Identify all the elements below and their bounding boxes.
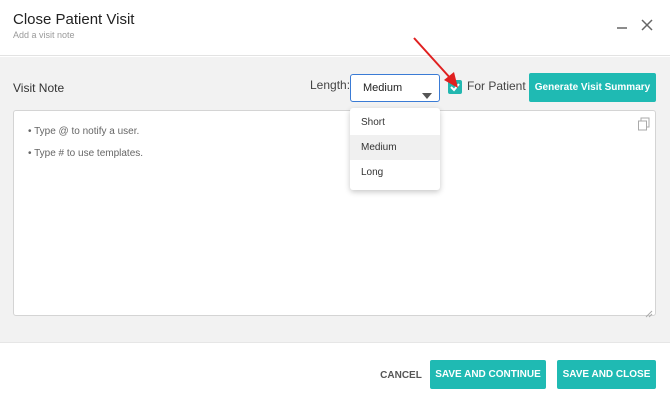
for-patient-label[interactable]: For Patient [467, 79, 526, 93]
editor-hint-template: • Type # to use templates. [28, 148, 144, 159]
dialog-subtitle: Add a visit note [13, 30, 75, 40]
caret-down-icon [422, 86, 432, 104]
cancel-button[interactable]: CANCEL [376, 363, 426, 387]
visit-note-editor[interactable]: • Type @ to notify a user. • Type # to u… [13, 110, 656, 318]
length-select[interactable]: Medium [350, 74, 440, 102]
length-label: Length: [310, 78, 351, 92]
dialog-title: Close Patient Visit [13, 11, 135, 28]
length-option-medium[interactable]: Medium [350, 135, 440, 160]
length-dropdown-menu: Short Medium Long [350, 108, 440, 190]
minimize-icon[interactable] [614, 17, 630, 33]
for-patient-checkbox[interactable] [448, 80, 462, 94]
resize-handle-icon[interactable] [645, 305, 653, 318]
visit-note-label: Visit Note [13, 81, 65, 95]
editor-hint-mention: • Type @ to notify a user. [28, 126, 140, 137]
checkmark-icon [450, 83, 460, 92]
dialog-header: Close Patient Visit Add a visit note [0, 0, 670, 56]
copy-icon[interactable] [637, 117, 651, 131]
length-select-value: Medium [363, 82, 403, 94]
dialog-footer: CANCEL SAVE AND CONTINUE SAVE AND CLOSE [0, 342, 670, 398]
length-option-long[interactable]: Long [350, 160, 440, 185]
length-option-short[interactable]: Short [350, 110, 440, 135]
generate-visit-summary-button[interactable]: Generate Visit Summary [529, 73, 656, 102]
save-and-close-button[interactable]: SAVE AND CLOSE [557, 360, 656, 389]
dialog-body: Visit Note Length: Medium For Patient Ge… [0, 57, 670, 342]
save-and-continue-button[interactable]: SAVE AND CONTINUE [430, 360, 546, 389]
close-icon[interactable] [639, 17, 655, 33]
